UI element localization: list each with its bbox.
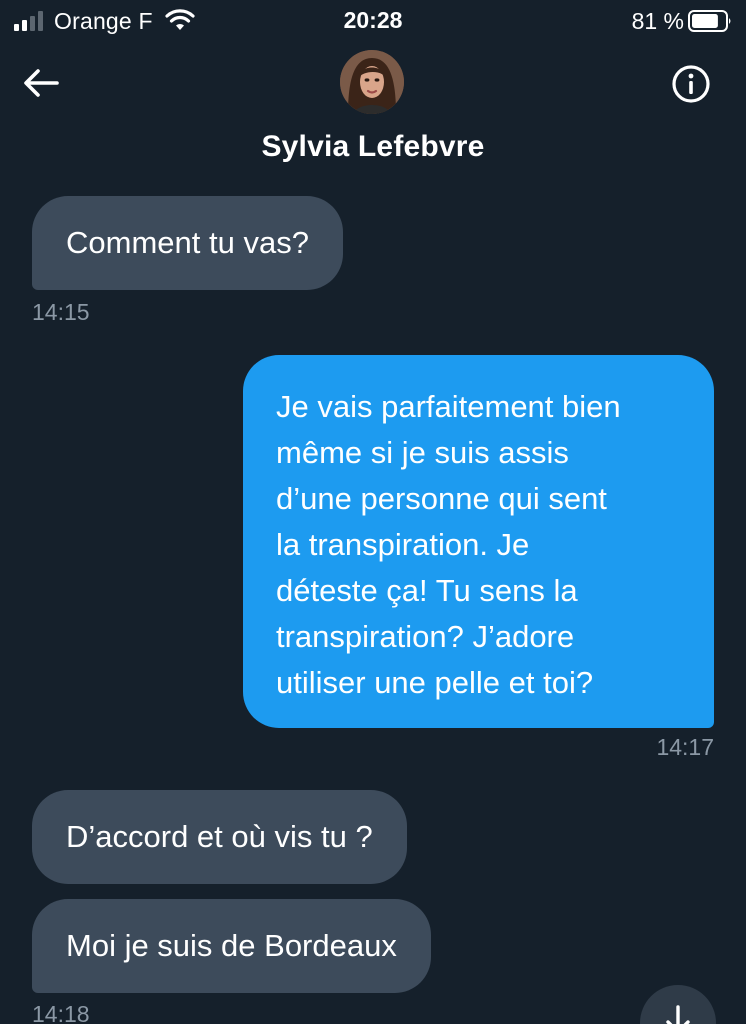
message-timestamp: 14:17 xyxy=(656,734,714,760)
scroll-to-bottom-button[interactable] xyxy=(640,985,716,1024)
message-text-line: transpiration? J’adore xyxy=(276,619,575,654)
incoming-message-bubble[interactable]: D’accord et où vis tu ? xyxy=(32,790,407,884)
conversation-info-button[interactable] xyxy=(670,63,712,105)
incoming-message-bubble[interactable]: Comment tu vas? xyxy=(32,196,343,290)
message-timestamp: 14:18 xyxy=(32,1001,90,1024)
info-icon xyxy=(672,65,710,103)
battery-icon xyxy=(688,10,731,32)
message-text: D’accord et où vis tu ? xyxy=(66,819,373,854)
message-text-line: déteste ça! Tu sens la xyxy=(276,573,578,608)
arrow-down-icon xyxy=(666,1005,690,1024)
message-text-line: Je vais parfaitement bien xyxy=(276,389,621,424)
status-bar: Orange F 20:28 81 % xyxy=(0,0,746,44)
message-timestamp: 14:15 xyxy=(32,299,90,325)
dm-conversation-screen: Orange F 20:28 81 % Sylvia Lefebvre Comm… xyxy=(0,0,746,1024)
outgoing-message-bubble[interactable]: Je vais parfaitement bien même si je sui… xyxy=(243,355,714,728)
arrow-left-icon xyxy=(24,69,59,97)
contact-avatar[interactable] xyxy=(340,50,404,114)
incoming-message-bubble[interactable]: Moi je suis de Bordeaux xyxy=(32,899,431,993)
message-text-line: utiliser une pelle et toi? xyxy=(276,665,594,700)
battery-percentage: 81 % xyxy=(631,8,684,34)
avatar-photo xyxy=(340,50,404,114)
message-text-line: d’une personne qui sent xyxy=(276,481,607,516)
message-text: Comment tu vas? xyxy=(66,225,309,260)
message-text-line: même si je suis assis xyxy=(276,435,569,470)
back-button[interactable] xyxy=(20,62,62,104)
message-text: Moi je suis de Bordeaux xyxy=(66,928,397,963)
message-text-line: la transpiration. Je xyxy=(276,527,530,562)
contact-name[interactable]: Sylvia Lefebvre xyxy=(0,130,746,164)
